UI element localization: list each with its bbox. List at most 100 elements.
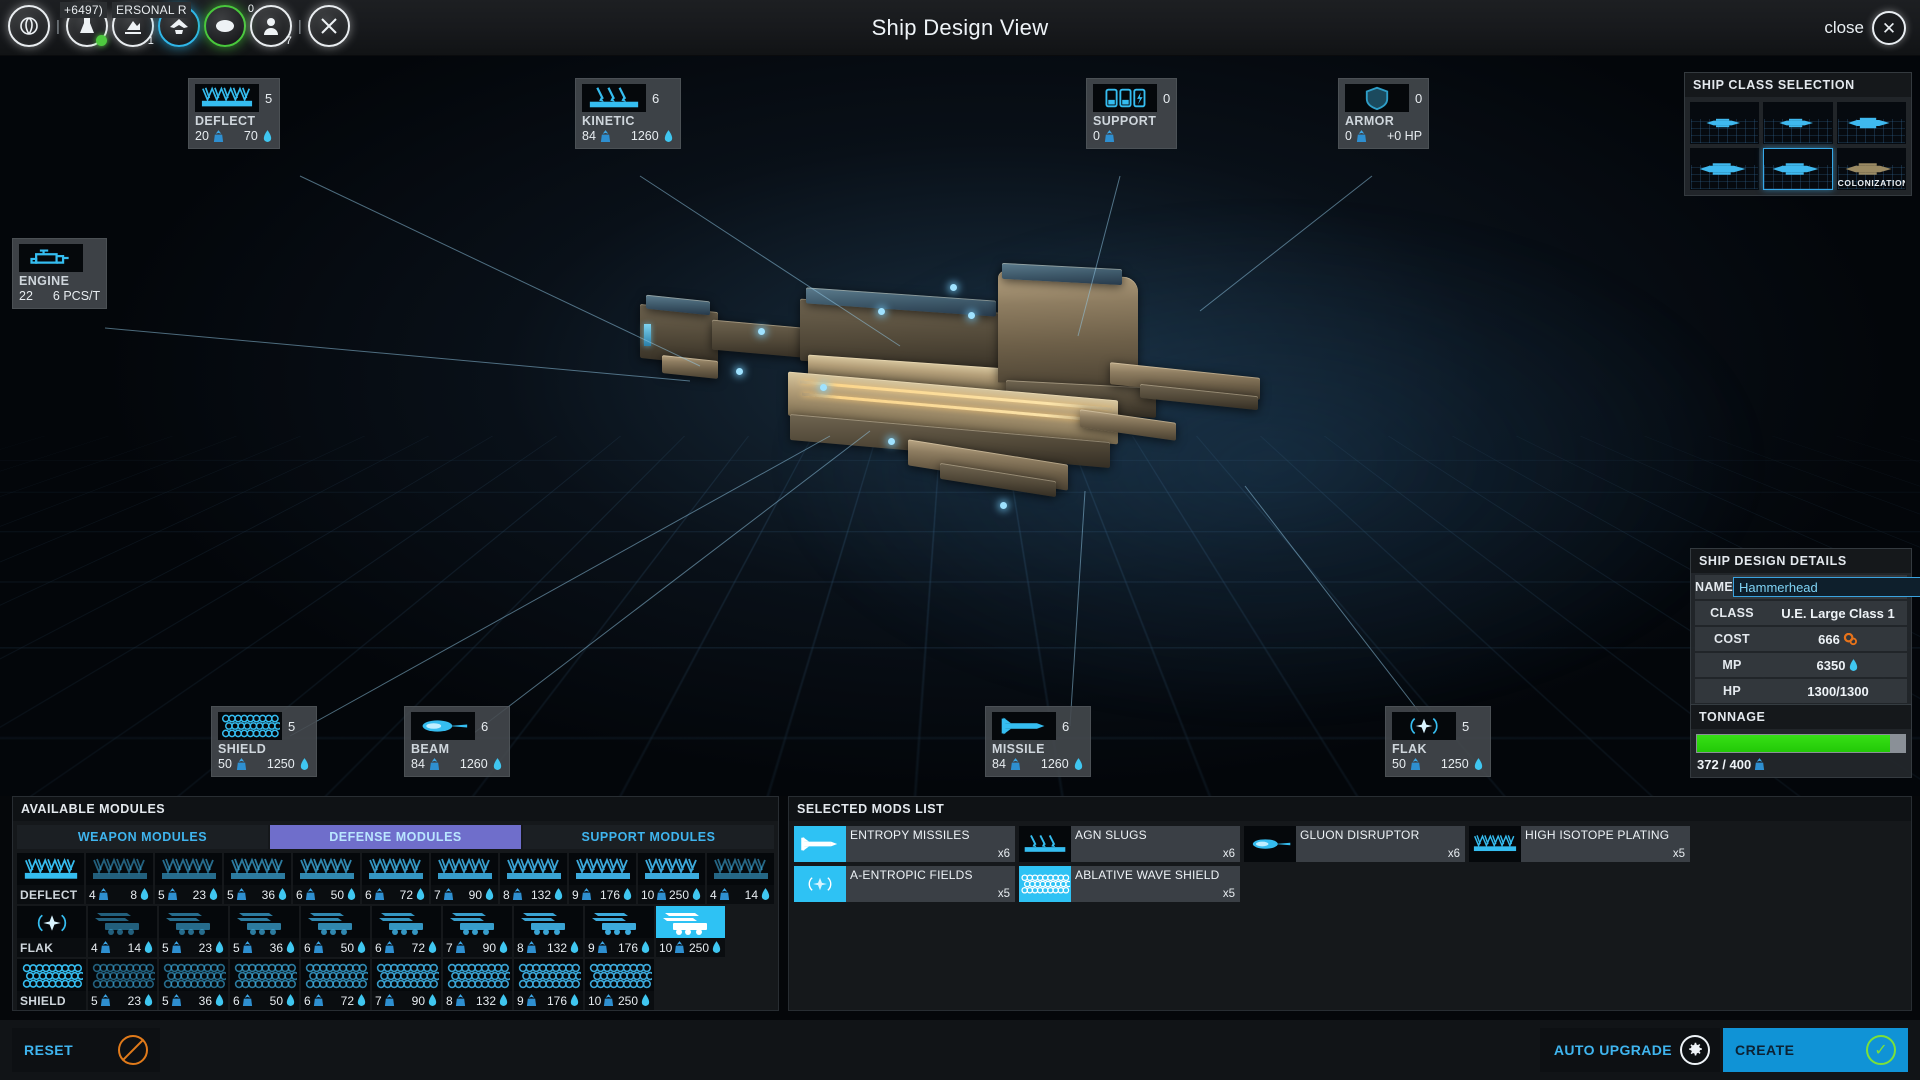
module-power: 250 [689,941,722,955]
module-cell-shield-6[interactable]: 8 132 [443,959,512,1010]
ship-model[interactable] [640,262,1360,596]
stat-card-name: KINETIC [582,114,635,128]
stat-card-shield[interactable]: 5 SHIELD 50 1250 [211,706,317,777]
selected-mod-item[interactable]: GLUON DISRUPTOR x6 [1244,826,1465,862]
ship-class-cell-5[interactable] [1763,148,1833,190]
module-cell-shield-7[interactable]: 9 176 [514,959,583,1010]
module-art [159,959,228,991]
module-power: 50 [341,941,367,955]
module-power: 14 [128,941,154,955]
module-power: 250 [618,994,651,1008]
module-cell-flak-9[interactable]: 10 250 [656,906,725,957]
selected-mod-name: GLUON DISRUPTOR [1300,828,1420,842]
module-cell-flak-3[interactable]: 5 36 [230,906,299,957]
module-cell-flak-1[interactable]: 4 14 [88,906,157,957]
module-weight: 8 [517,941,537,955]
module-weight: 4 [89,888,109,902]
tonnage-value: 372 / 400 [1691,755,1911,777]
selected-mod-item[interactable]: ABLATIVE WAVE SHIELD x5 [1019,866,1240,902]
module-art [224,853,291,885]
selected-mod-name: ABLATIVE WAVE SHIELD [1075,868,1220,882]
detail-value: 6350 [1769,658,1907,673]
stat-card-count: 5 [288,718,296,734]
tonnage-value-text: 372 / 400 [1697,757,1752,772]
module-cell-shield-2[interactable]: 5 36 [159,959,228,1010]
module-power: 132 [476,994,509,1008]
module-cell-shield-3[interactable]: 6 50 [230,959,299,1010]
module-weight: 5 [162,941,182,955]
support-icon [1093,84,1157,112]
selected-mod-item[interactable]: A-ENTROPIC FIELDS x5 [794,866,1015,902]
module-weight: 9 [517,994,537,1008]
selected-mod-item[interactable]: AGN SLUGS x6 [1019,826,1240,862]
module-weight: 6 [233,994,253,1008]
module-cell-deflect-7[interactable]: 8 132 [500,853,567,904]
module-cell-shield-8[interactable]: 10 250 [585,959,654,1010]
reset-button[interactable]: RESET [12,1028,160,1072]
module-art [159,906,228,938]
tab-defense-modules[interactable]: DEFENSE MODULES [270,825,521,849]
selected-mod-qty: x5 [1672,848,1685,860]
close-label: close [1824,18,1864,37]
module-art [301,906,370,938]
module-cell-deflect-5[interactable]: 6 72 [362,853,429,904]
module-weight: 10 [659,941,685,955]
stat-card-stat2: 1260 [630,129,659,143]
module-cell-shield-5[interactable]: 7 90 [372,959,441,1010]
detail-key: MP [1722,658,1742,672]
module-art [293,853,360,885]
ship-class-cell-6[interactable]: COLONIZATION [1836,148,1906,190]
tab-weapon-modules[interactable]: WEAPON MODULES [17,825,268,849]
module-cell-deflect-2[interactable]: 5 23 [155,853,222,904]
gear-icon [1680,1035,1710,1065]
stat-card-stat2: 1260 [1040,757,1069,771]
create-button[interactable]: CREATE ✓ [1723,1028,1908,1072]
module-cell-flak-4[interactable]: 6 50 [301,906,370,957]
selected-mod-item[interactable]: ENTROPY MISSILES x6 [794,826,1015,862]
available-modules-title: AVAILABLE MODULES [13,797,778,821]
module-cell-deflect-1[interactable]: 48 [86,853,153,904]
module-cell-deflect-9[interactable]: 10 250 [638,853,705,904]
module-power: 36 [262,888,288,902]
selected-mod-item[interactable]: HIGH ISOTOPE PLATING x5 [1469,826,1690,862]
module-cell-flak-6[interactable]: 7 90 [443,906,512,957]
module-cell-flak-2[interactable]: 5 23 [159,906,228,957]
stat-card-support[interactable]: 0 SUPPORT 0 [1086,78,1178,149]
stat-card-deflect[interactable]: 5 DEFLECT 20 70 [188,78,280,149]
ship-class-cell-4[interactable] [1690,148,1760,190]
module-cell-deflect-4[interactable]: 6 50 [293,853,360,904]
module-power: 90 [469,888,495,902]
module-cell-deflect-3[interactable]: 5 36 [224,853,291,904]
close-button[interactable]: close ✕ [1824,8,1906,48]
stat-card-count: 6 [481,718,489,734]
hardpoint-dot [758,328,765,335]
module-art [569,853,636,885]
module-cell-deflect-8[interactable]: 9 176 [569,853,636,904]
module-weight: 6 [304,994,324,1008]
stat-card-engine[interactable]: ENGINE 22 6 PCS/T [12,238,108,309]
module-weight: 7 [446,941,466,955]
module-cell-deflect-10[interactable]: 4 14 [707,853,774,904]
module-row-flak: FLAK 4 14 5 23 5 36 6 50 6 72 7 90 8 132 9 176 10 250 [17,906,774,957]
module-cell-flak-8[interactable]: 9 176 [585,906,654,957]
module-art [514,959,583,991]
stat-card-kinetic[interactable]: 6 KINETIC 84 1260 [575,78,681,149]
tab-support-modules[interactable]: SUPPORT MODULES [523,825,774,849]
ship-viewport[interactable] [0,36,1920,796]
module-cell-deflect-6[interactable]: 7 90 [431,853,498,904]
ship-class-cell-2[interactable] [1763,102,1833,144]
hardpoint-dot [888,438,895,445]
module-cell-shield-4[interactable]: 6 72 [301,959,370,1010]
ship-class-cell-3[interactable] [1836,102,1906,144]
stat-card-armor[interactable]: 0 ARMOR 0 +0 HP [1338,78,1430,149]
module-cell-flak-7[interactable]: 8 132 [514,906,583,957]
module-cell-flak-5[interactable]: 6 72 [372,906,441,957]
detail-value: U.E. Large Class 1 [1781,605,1895,621]
stat-card-missile[interactable]: 6 MISSILE 84 1260 [985,706,1091,777]
stat-card-flak[interactable]: 5 FLAK 50 1250 [1385,706,1491,777]
auto-upgrade-button[interactable]: AUTO UPGRADE [1539,1028,1720,1072]
module-cell-shield-1[interactable]: 5 23 [88,959,157,1010]
ship-class-cell-1[interactable] [1690,102,1760,144]
stat-card-beam[interactable]: 6 BEAM 84 1260 [404,706,510,777]
ship-name-input[interactable] [1733,577,1920,597]
